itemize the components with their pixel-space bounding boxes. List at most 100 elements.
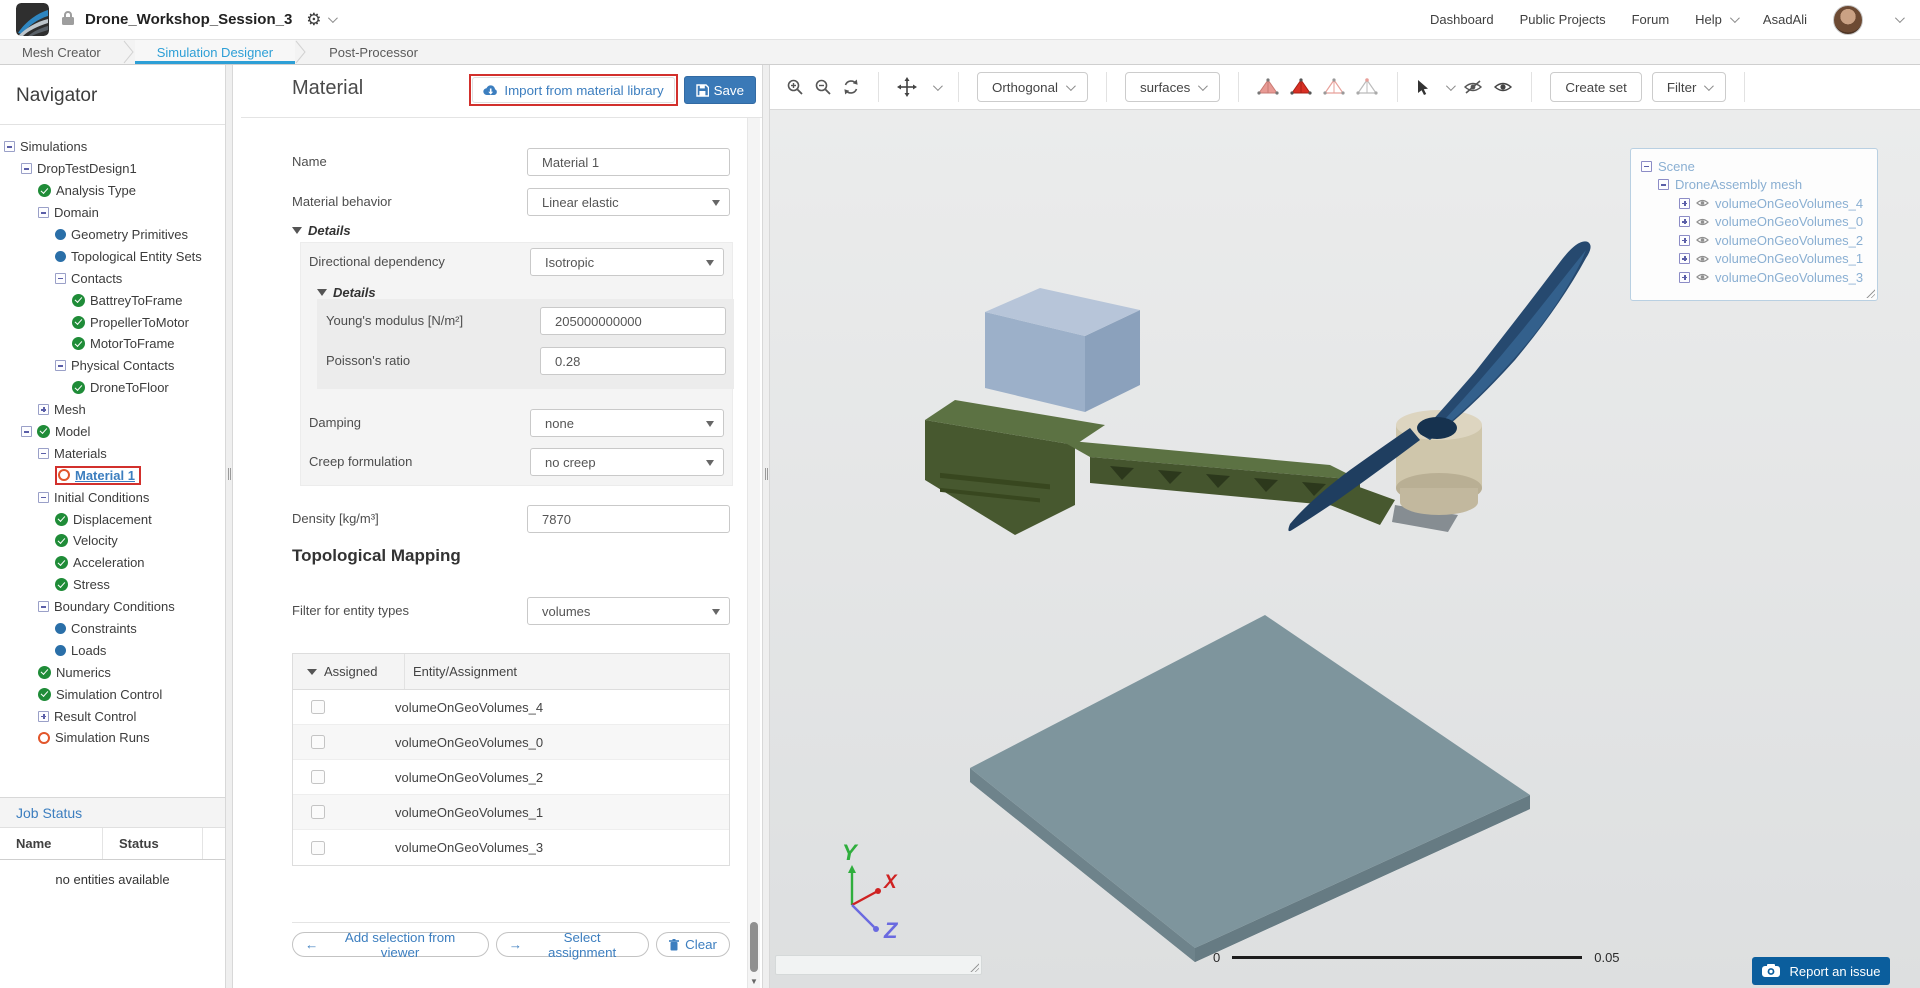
nav-item-battreytoframe[interactable]: BattreyToFrame (0, 289, 225, 311)
assignment-row-volumeongeovolumes-4[interactable]: volumeOnGeoVolumes_4 (293, 690, 729, 725)
material-name-input[interactable]: Material 1 (527, 148, 730, 176)
pan-icon[interactable] (897, 77, 917, 97)
refresh-icon[interactable] (842, 78, 860, 96)
resize-handle[interactable] (969, 962, 979, 972)
assignment-row-volumeongeovolumes-3[interactable]: volumeOnGeoVolumes_3 (293, 830, 729, 865)
inner-details-toggle[interactable]: Details (317, 285, 732, 300)
expand-icon[interactable] (1679, 216, 1690, 228)
hide-icon[interactable] (1463, 80, 1483, 94)
collapse-icon[interactable] (38, 447, 49, 459)
expand-icon[interactable] (38, 404, 49, 416)
assignment-row-volumeongeovolumes-2[interactable]: volumeOnGeoVolumes_2 (293, 760, 729, 795)
nav-item-result-control[interactable]: Result Control (0, 705, 225, 727)
tab-post-processor[interactable]: Post-Processor (307, 40, 440, 64)
propeller-blade-long[interactable] (1420, 241, 1591, 440)
scrollbar-down-arrow[interactable]: ▼ (748, 977, 760, 986)
chevron-down-icon[interactable] (327, 13, 338, 24)
nav-item-constraints[interactable]: Constraints (0, 618, 225, 640)
resize-handle[interactable] (1865, 288, 1875, 298)
collapse-icon[interactable] (21, 163, 32, 175)
nav-item-boundary-conditions[interactable]: Boundary Conditions (0, 596, 225, 618)
scrollbar[interactable]: ▼ (747, 118, 760, 988)
nav-item-material-1[interactable]: Material 1 (0, 464, 225, 486)
app-logo-icon[interactable] (16, 3, 49, 36)
select-cursor-icon[interactable] (1416, 79, 1430, 96)
assigned-checkbox[interactable] (311, 770, 325, 784)
creep-formulation-select[interactable]: no creep (530, 448, 724, 476)
top-nav-asadali[interactable]: AsadAli (1763, 12, 1807, 27)
filter-select[interactable]: Filter (1651, 72, 1727, 102)
collapse-icon[interactable] (38, 207, 49, 219)
scene-mesh-row[interactable]: DroneAssembly mesh (1641, 176, 1877, 195)
assigned-checkbox[interactable] (311, 735, 325, 749)
nav-item-topological-entity-sets[interactable]: Topological Entity Sets (0, 245, 225, 267)
expand-icon[interactable] (1679, 271, 1690, 283)
assigned-checkbox[interactable] (311, 840, 325, 855)
tab-simulation-designer[interactable]: Simulation Designer (134, 40, 296, 64)
assignment-row-volumeongeovolumes-0[interactable]: volumeOnGeoVolumes_0 (293, 725, 729, 760)
assignment-row-volumeongeovolumes-1[interactable]: volumeOnGeoVolumes_1 (293, 795, 729, 830)
expand-icon[interactable] (1679, 197, 1690, 209)
nav-item-simulation-control[interactable]: Simulation Control (0, 683, 225, 705)
nav-item-dronetofloor[interactable]: DroneToFloor (0, 377, 225, 399)
save-button[interactable]: Save (683, 76, 756, 104)
youngs-modulus-input[interactable]: 205000000000 (540, 307, 726, 335)
density-input[interactable]: 7870 (527, 505, 730, 533)
clear-button[interactable]: Clear (656, 932, 730, 957)
mesh-quality-outline-icon[interactable] (1323, 77, 1346, 97)
visibility-eye-icon[interactable] (1696, 254, 1709, 264)
nav-item-loads[interactable]: Loads (0, 639, 225, 661)
render-mode-select[interactable]: surfaces (1124, 72, 1221, 102)
scene-root-row[interactable]: Scene (1641, 157, 1877, 176)
splitter-right[interactable] (762, 65, 770, 988)
nav-item-physical-contacts[interactable]: Physical Contacts (0, 355, 225, 377)
scene-volume-volumeongeovolumes-4[interactable]: volumeOnGeoVolumes_4 (1641, 194, 1877, 213)
expand-icon[interactable] (1679, 253, 1690, 265)
chevron-down-icon[interactable] (1729, 13, 1740, 24)
scene-volume-volumeongeovolumes-1[interactable]: volumeOnGeoVolumes_1 (1641, 250, 1877, 269)
assigned-column-header[interactable]: Assigned (293, 654, 405, 689)
collapse-icon[interactable] (21, 426, 32, 438)
entity-type-filter-select[interactable]: volumes (527, 597, 730, 625)
nav-item-velocity[interactable]: Velocity (0, 530, 225, 552)
nav-item-acceleration[interactable]: Acceleration (0, 552, 225, 574)
nav-item-propellertomotor[interactable]: PropellerToMotor (0, 311, 225, 333)
top-nav-public-projects[interactable]: Public Projects (1520, 12, 1606, 27)
collapse-icon[interactable] (38, 601, 49, 613)
tab-mesh-creator[interactable]: Mesh Creator (0, 40, 123, 64)
top-nav-forum[interactable]: Forum (1632, 12, 1670, 27)
nav-item-droptestdesign1[interactable]: DropTestDesign1 (0, 158, 225, 180)
viewer-log-bar[interactable] (775, 955, 982, 975)
nav-item-model[interactable]: Model (0, 421, 225, 443)
nav-item-simulations[interactable]: Simulations (0, 136, 225, 158)
create-set-button[interactable]: Create set (1550, 72, 1642, 102)
mesh-quality-light-icon[interactable] (1356, 77, 1379, 97)
report-an-issue-button[interactable]: Report an issue (1752, 957, 1890, 985)
nav-item-stress[interactable]: Stress (0, 574, 225, 596)
directional-dependency-select[interactable]: Isotropic (530, 248, 724, 276)
scene-volume-volumeongeovolumes-2[interactable]: volumeOnGeoVolumes_2 (1641, 231, 1877, 250)
scene-volume-volumeongeovolumes-3[interactable]: volumeOnGeoVolumes_3 (1641, 268, 1877, 287)
visibility-eye-icon[interactable] (1696, 235, 1709, 245)
nav-item-contacts[interactable]: Contacts (0, 267, 225, 289)
zoom-out-icon[interactable] (814, 78, 832, 96)
visibility-eye-icon[interactable] (1696, 217, 1709, 227)
nav-item-materials[interactable]: Materials (0, 442, 225, 464)
mesh-quality-solid-icon[interactable] (1290, 77, 1313, 97)
top-nav-dashboard[interactable]: Dashboard (1430, 12, 1494, 27)
visibility-eye-icon[interactable] (1696, 198, 1709, 208)
add-selection-from-viewer-button[interactable]: ← Add selection from viewer (292, 930, 489, 960)
zoom-in-icon[interactable] (786, 78, 804, 96)
collapse-icon[interactable] (55, 272, 66, 284)
nav-item-simulation-runs[interactable]: Simulation Runs (0, 727, 225, 749)
collapse-icon[interactable] (1641, 160, 1652, 172)
viewer-canvas[interactable]: Y X Z Scene DroneAssembly mesh volumeOnG… (770, 110, 1920, 988)
poisson-ratio-input[interactable]: 0.28 (540, 347, 726, 375)
floor-plate[interactable] (970, 615, 1530, 948)
nav-item-mesh[interactable]: Mesh (0, 399, 225, 421)
nav-item-motortoframe[interactable]: MotorToFrame (0, 333, 225, 355)
chevron-down-icon[interactable] (1894, 13, 1905, 24)
expand-icon[interactable] (1679, 234, 1690, 246)
nav-item-analysis-type[interactable]: Analysis Type (0, 180, 225, 202)
nav-item-geometry-primitives[interactable]: Geometry Primitives (0, 224, 225, 246)
